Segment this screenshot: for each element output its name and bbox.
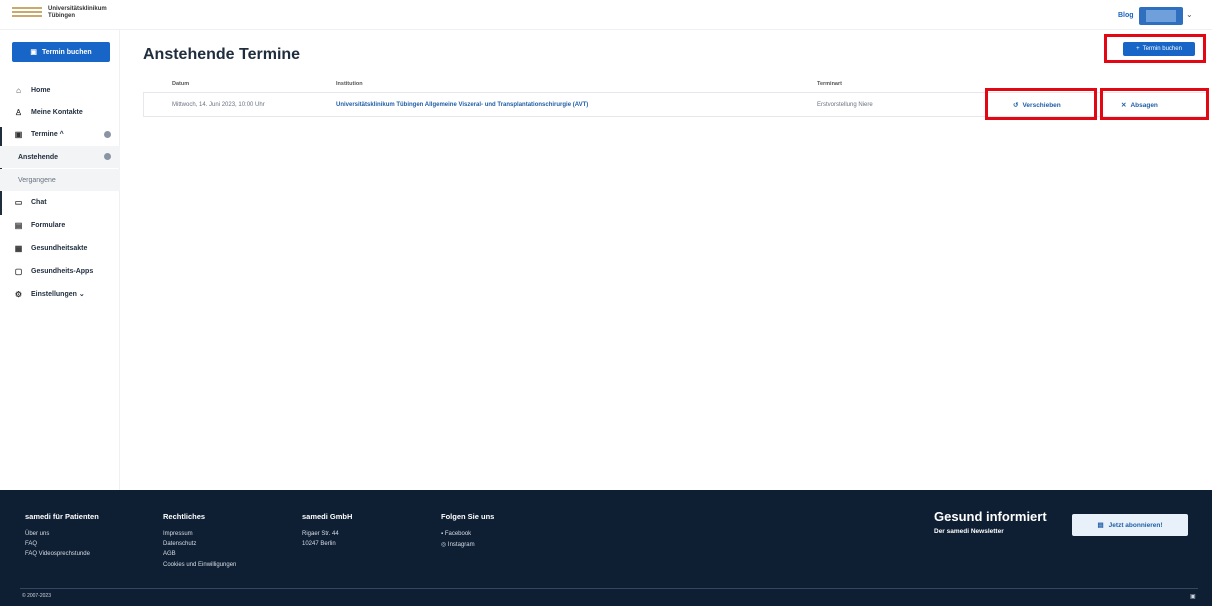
sidebar-item-settings[interactable]: ⚙ Einstellungen ⌄ <box>0 283 120 305</box>
newsletter-icon: ▤ <box>1097 522 1104 529</box>
column-header-type: Terminart <box>817 81 842 87</box>
footer-address-street: Rigaer Str. 44 <box>302 531 339 537</box>
close-icon: ✕ <box>1121 102 1127 109</box>
sidebar-book-appointment-button[interactable]: ▣ Termin buchen <box>12 42 110 62</box>
history-icon: ↺ <box>1013 102 1019 109</box>
appointment-type: Erstvorstellung Niere <box>817 102 873 108</box>
footer-link-faq[interactable]: FAQ <box>25 541 37 547</box>
top-bar: Universitätsklinikum Tübingen Blog ⌄ <box>0 0 1212 30</box>
plus-icon: + <box>1136 46 1140 52</box>
logo-line1: Universitätsklinikum <box>48 6 107 12</box>
cancel-appointment-button[interactable]: ✕ Absagen <box>1121 101 1158 110</box>
footer-heading-patients: samedi für Patienten <box>25 512 99 521</box>
sidebar-item-home[interactable]: ⌂ Home <box>0 79 120 101</box>
apps-icon: ▢ <box>14 266 23 276</box>
book-appointment-button[interactable]: + Termin buchen <box>1123 42 1195 56</box>
sidebar-item-forms[interactable]: ▤ Formulare <box>0 214 120 236</box>
chat-icon: ▭ <box>14 197 23 207</box>
appointment-institution[interactable]: Universitätsklinikum Tübingen Allgemeine… <box>336 102 588 108</box>
footer: samedi für Patienten Über uns FAQ FAQ Vi… <box>0 490 1212 606</box>
upcoming-count-badge <box>104 153 111 160</box>
column-header-date: Datum <box>172 81 190 87</box>
newsletter-subtitle: Der samedi Newsletter <box>934 528 1004 535</box>
user-menu-button[interactable] <box>1139 7 1183 25</box>
blog-link[interactable]: Blog <box>1118 12 1134 19</box>
footer-link-instagram[interactable]: ◎ Instagram <box>441 541 475 548</box>
calendar-icon: ▣ <box>14 129 23 139</box>
newsletter-subscribe-button[interactable]: ▤ Jetzt abonnieren! <box>1072 514 1188 536</box>
calendar-plus-icon: ▣ <box>30 49 37 56</box>
sidebar-item-upcoming[interactable]: Anstehende <box>0 146 120 168</box>
footer-heading-social: Folgen Sie uns <box>441 512 495 521</box>
newsletter-title: Gesund informiert <box>934 509 1047 524</box>
footer-heading-legal: Rechtliches <box>163 512 206 521</box>
appointment-date: Mittwoch, 14. Juni 2023, 10:00 Uhr <box>172 102 265 108</box>
sidebar-item-chat[interactable]: ▭ Chat <box>0 191 120 213</box>
footer-link-facebook[interactable]: ▪ Facebook <box>441 531 471 537</box>
footer-heading-company: samedi GmbH <box>302 512 353 521</box>
sidebar: ▣ Termin buchen ⌂ Home ♙ Meine Kontakte … <box>0 30 120 490</box>
footer-link-terms[interactable]: AGB <box>163 551 176 557</box>
home-icon: ⌂ <box>16 85 21 95</box>
footer-address-city: 10247 Berlin <box>302 541 336 547</box>
sidebar-item-health-apps[interactable]: ▢ Gesundheits-Apps <box>0 260 120 282</box>
instagram-icon: ◎ <box>441 542 447 548</box>
facebook-icon: ▪ <box>441 531 444 537</box>
clipboard-icon: ▤ <box>14 220 23 230</box>
copyright: © 2007-2023 <box>22 593 51 599</box>
user-name-redacted <box>1146 10 1176 22</box>
footer-link-about[interactable]: Über uns <box>25 531 49 537</box>
sidebar-item-contacts[interactable]: ♙ Meine Kontakte <box>0 101 120 123</box>
sidebar-item-past[interactable]: Vergangene <box>0 169 120 191</box>
footer-divider <box>20 588 1198 589</box>
logo-line2: Tübingen <box>48 13 75 19</box>
chevron-down-icon[interactable]: ⌄ <box>1186 10 1193 19</box>
logo[interactable]: Universitätsklinikum Tübingen <box>12 6 107 20</box>
sidebar-item-health-record[interactable]: ▦ Gesundheitsakte <box>0 237 120 259</box>
appointments-count-badge <box>104 131 111 138</box>
logo-mark-icon <box>12 6 42 20</box>
footer-link-cookies[interactable]: Cookies und Einwilligungen <box>163 562 236 568</box>
reschedule-button[interactable]: ↺ Verschieben <box>1013 101 1061 110</box>
column-header-institution: Institution <box>336 81 363 87</box>
page-title: Anstehende Termine <box>143 46 301 63</box>
footer-link-imprint[interactable]: Impressum <box>163 531 193 537</box>
contacts-icon: ♙ <box>14 107 23 117</box>
health-record-icon: ▦ <box>14 243 23 253</box>
settings-corner-icon[interactable]: ▣ <box>1190 593 1196 600</box>
footer-link-privacy[interactable]: Datenschutz <box>163 541 196 547</box>
footer-link-faq-video[interactable]: FAQ Videosprechstunde <box>25 551 90 557</box>
sidebar-item-appointments[interactable]: ▣ Termine ^ <box>0 123 120 145</box>
settings-icon: ⚙ <box>14 289 23 299</box>
